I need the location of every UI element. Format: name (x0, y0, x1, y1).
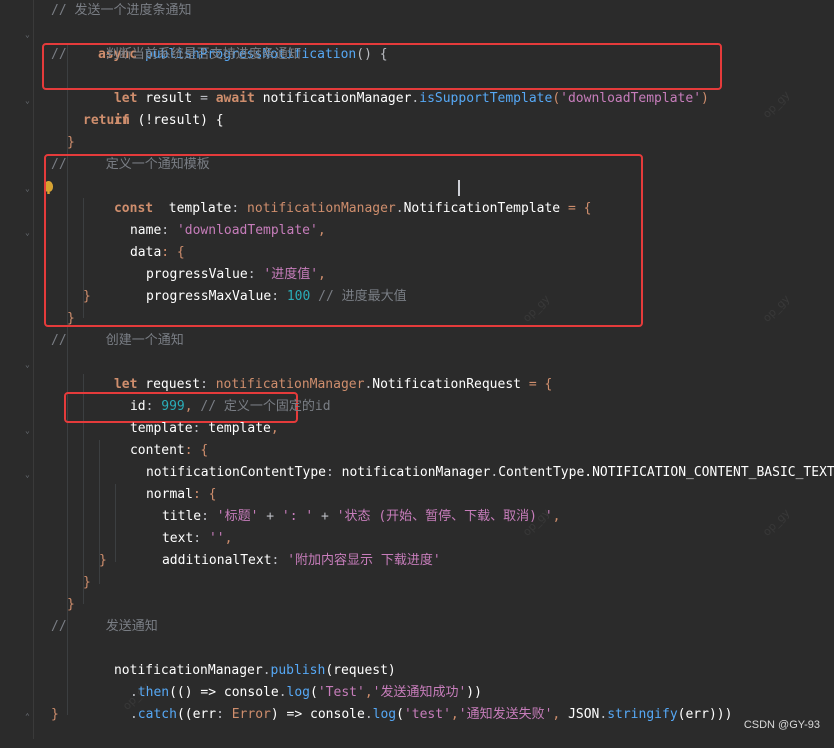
punctuation: ) (701, 91, 709, 106)
punctuation: ( (396, 707, 404, 722)
code-editor[interactable]: ⌄ ⌄ ⌄ ⌄ ⌄ ⌄ ⌄ ⌃ // 发送一个进度条通知 async publi… (0, 0, 834, 739)
code-line: // 发送一个进度条通知 (51, 3, 192, 18)
comment: // 进度最大值 (318, 289, 407, 304)
method-name: catch (137, 707, 177, 722)
operator: . (395, 201, 404, 216)
identifier: console (310, 707, 365, 722)
code-line: id: 999, // 定义一个固定的id (51, 374, 331, 414)
punctuation: : (271, 289, 287, 304)
code-line: progressValue: '进度值', (51, 242, 326, 282)
identifier: err (192, 707, 217, 722)
code-line: notificationManager.publish(request) (51, 638, 396, 678)
string-literal: '附加内容显示 下载进度' (287, 553, 441, 568)
fold-marker-icon[interactable]: ⌄ (25, 229, 33, 237)
code-line: async publishProgressNotification() { (51, 22, 388, 62)
fold-marker-icon[interactable]: ⌄ (25, 97, 33, 105)
string-literal: 'downloadTemplate' (176, 223, 318, 238)
punctuation: (( (176, 707, 193, 722)
watermark-credit: CSDN @GY-93 (743, 719, 820, 731)
punctuation: : (325, 465, 342, 480)
code-content[interactable]: // 发送一个进度条通知 async publishProgressNotifi… (51, 0, 834, 739)
punctuation: , (552, 509, 561, 524)
method-name: log (372, 707, 397, 722)
string-literal: ': ' (281, 509, 322, 524)
code-line: // 发送通知 (51, 619, 158, 634)
fold-marker-icon[interactable]: ⌄ (25, 427, 33, 435)
code-line: text: '', (51, 506, 232, 546)
fold-marker-icon[interactable]: ⌃ (25, 713, 33, 721)
code-line: if (!result) { (51, 88, 224, 128)
code-text: = { (560, 201, 592, 216)
code-line: data: { (51, 220, 185, 260)
fold-marker-icon[interactable]: ⌄ (25, 185, 33, 193)
code-line: progressMaxValue: 100 // 进度最大值 (51, 264, 407, 304)
code-line: title: '标题' + ': ' + '状态 (开始、暂停、下载、取消) '… (51, 484, 561, 524)
code-line: content: { (51, 418, 208, 458)
type-name: Notification (403, 201, 498, 216)
string-literal: 'test' (403, 707, 451, 722)
code-text: ContentType.NOTIFICATION_CONTENT_BASIC_T… (498, 465, 834, 480)
fold-marker-icon[interactable]: ⌄ (25, 31, 33, 39)
code-line: return (83, 113, 130, 128)
property-name: progressMaxValue (145, 289, 272, 304)
punctuation: , (317, 223, 326, 238)
punctuation: , (552, 707, 569, 722)
code-line: // 判断当前系统是否支持进度条通知 (51, 47, 301, 62)
fold-marker-icon[interactable]: ⌄ (25, 471, 33, 479)
code-line: // 定义一个通知模板 (51, 157, 210, 172)
string-literal: '通知发送失败' (458, 707, 553, 722)
code-text: = { (521, 377, 553, 392)
code-text: ) => (270, 707, 311, 722)
code-line: } (51, 707, 59, 722)
code-line: } (83, 289, 91, 304)
punctuation: , (450, 707, 459, 722)
method-name: stringify (607, 707, 678, 722)
code-line: .catch((err: Error) => console.log('test… (51, 682, 732, 722)
punctuation: ( (552, 91, 561, 106)
operator: . (129, 707, 138, 722)
code-line: // 创建一个通知 (51, 333, 184, 348)
code-line: } (67, 597, 75, 612)
type-name: Template (497, 201, 561, 216)
string-literal: 'downloadTemplate' (560, 91, 702, 106)
operator: + (321, 509, 337, 524)
identifier: template (208, 421, 271, 436)
code-text: () { (356, 47, 388, 62)
property-name: additionalText (161, 553, 272, 568)
identifier: notificationManager (341, 465, 491, 480)
code-line: notificationContentType: notificationMan… (51, 440, 834, 480)
code-line: } (67, 311, 75, 326)
code-text: (!result) { (137, 113, 224, 128)
type-name: Error (231, 707, 271, 722)
code-line: .then(() => console.log('Test','发送通知成功')… (51, 660, 482, 700)
code-line: additionalText: '附加内容显示 下载进度' (51, 528, 441, 568)
type-name: NotificationRequest (372, 377, 521, 392)
punctuation: : (271, 553, 288, 568)
identifier: notificationManager (262, 91, 412, 106)
punctuation: , (270, 421, 279, 436)
code-line: normal: { (51, 462, 216, 502)
fold-marker-icon[interactable]: ⌄ (25, 361, 33, 369)
operator: . (490, 465, 499, 480)
punctuation: : (216, 707, 232, 722)
code-line: } (99, 553, 107, 568)
string-literal: '状态 (开始、暂停、下载、取消) ' (336, 509, 553, 524)
code-line: } (83, 575, 91, 590)
code-line: let result = await notificationManager.i… (51, 66, 709, 106)
code-line: const template: notificationManager.Noti… (51, 176, 591, 216)
operator: . (364, 707, 373, 722)
code-text: (err))) (677, 707, 733, 722)
code-line: } (67, 135, 75, 150)
number-literal: 100 (286, 289, 319, 304)
method-name: isSupportTemplate (419, 91, 553, 106)
code-line: let request: notificationManager.Notific… (51, 352, 552, 392)
identifier: JSON (568, 707, 600, 722)
editor-gutter (0, 0, 34, 739)
code-line: name: 'downloadTemplate', (51, 198, 326, 238)
code-line: template: template, (51, 396, 279, 436)
operator: + (266, 509, 282, 524)
